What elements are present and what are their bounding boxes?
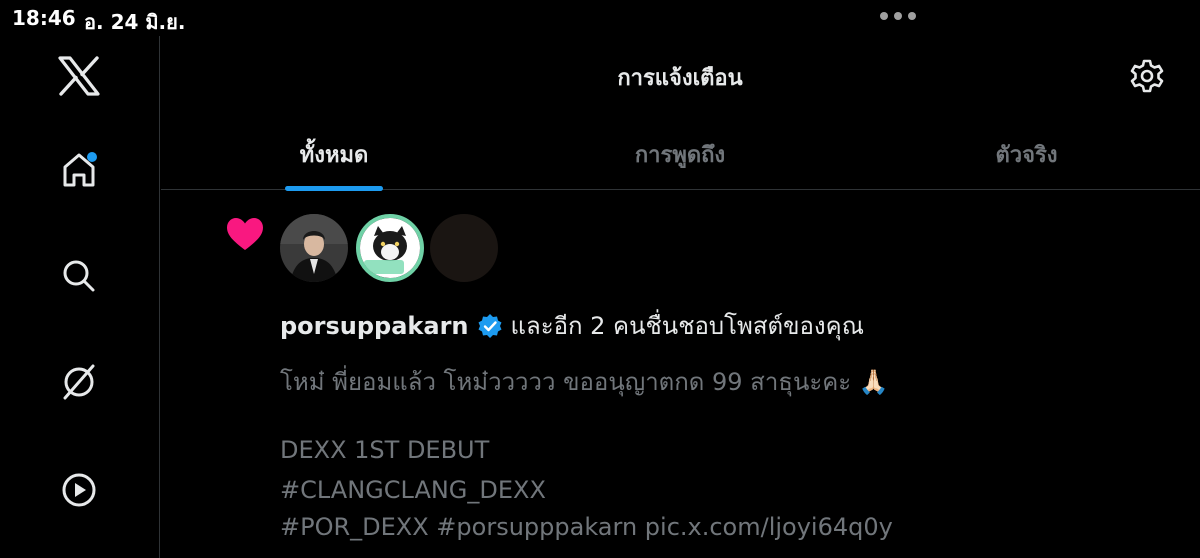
notification-badge	[87, 152, 97, 162]
active-tab-indicator	[285, 186, 383, 191]
tab-all-label: ทั้งหมด	[299, 142, 369, 168]
tab-mentions-label: การพูดถึง	[634, 142, 726, 168]
sidebar-item-home[interactable]	[55, 146, 103, 194]
avatar[interactable]	[356, 214, 424, 282]
settings-button[interactable]	[1123, 52, 1171, 100]
page-title: การแจ้งเตือน	[617, 66, 743, 91]
app-window: 18:46 อ. 24 มิ.ย. การแจ้งเตือน ทั้งหมด ก…	[0, 0, 1200, 558]
multitasking-dots-icon[interactable]	[880, 12, 916, 20]
grok-icon	[63, 364, 95, 400]
tab-verified[interactable]: ตัวจริง	[853, 118, 1200, 190]
sidebar-item-grok[interactable]	[55, 358, 103, 406]
post-text-line: #CLANGCLANG_DEXX	[280, 476, 546, 504]
status-date: อ. 24 มิ.ย.	[84, 10, 186, 34]
tab-all[interactable]: ทั้งหมด	[161, 118, 507, 191]
avatar[interactable]	[430, 214, 498, 282]
post-text-line: โหม๋ พี่ยอมแล้ว โหม๋ววววว ขออนุญาตกด 99 …	[280, 368, 889, 396]
tab-verified-label: ตัวจริง	[995, 142, 1058, 168]
sidebar-item-search[interactable]	[55, 252, 103, 300]
status-bar: 18:46 อ. 24 มิ.ย.	[0, 0, 1200, 36]
verified-badge-icon	[478, 313, 502, 338]
username[interactable]: porsuppakarn	[280, 312, 469, 340]
search-icon	[63, 260, 95, 292]
notification-action: และอีก 2 คนชื่นชอบโพสต์ของคุณ	[510, 312, 864, 340]
notification-text: porsuppakarn และอีก 2 คนชื่นชอบโพสต์ของค…	[280, 306, 864, 345]
post-text-line: DEXX 1ST DEBUT	[280, 436, 490, 464]
tab-mentions[interactable]: การพูดถึง	[507, 118, 853, 190]
status-time: 18:46	[12, 6, 76, 30]
sidebar	[0, 36, 160, 558]
sidebar-item-video[interactable]	[55, 466, 103, 514]
gear-icon	[1130, 59, 1164, 93]
tab-bar: ทั้งหมด การพูดถึง ตัวจริง	[161, 118, 1200, 191]
play-icon	[62, 473, 96, 507]
avatar[interactable]	[280, 214, 348, 282]
post-text-line: #POR_DEXX #porsupppakarn pic.x.com/ljoyi…	[280, 513, 893, 541]
x-logo-icon[interactable]	[55, 52, 103, 100]
heart-icon	[227, 218, 263, 250]
